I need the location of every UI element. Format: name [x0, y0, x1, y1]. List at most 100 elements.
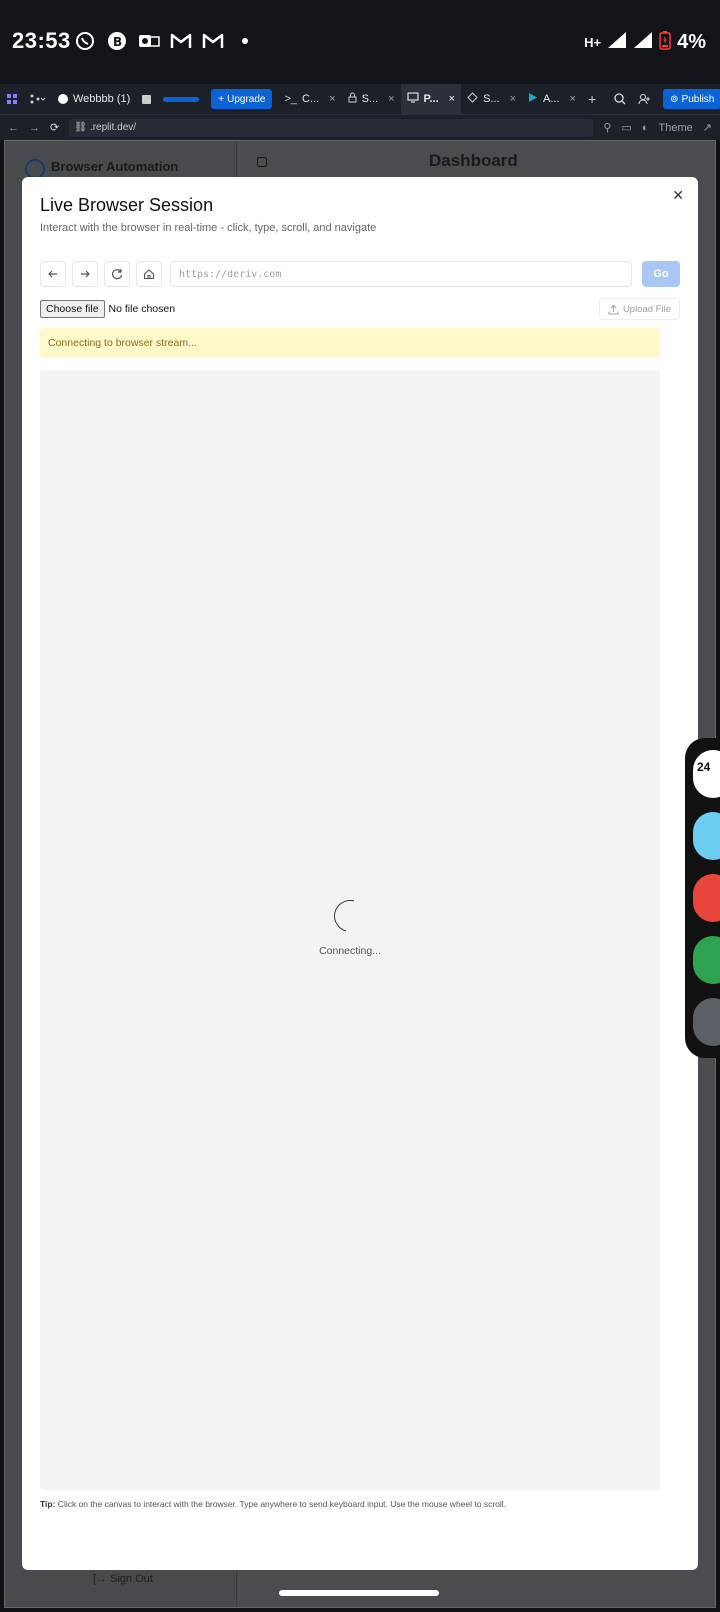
clock: 23:53: [12, 28, 71, 53]
theme-icon[interactable]: ◐: [642, 122, 649, 134]
arrow-right-icon: [81, 270, 90, 278]
sidebar-toggle-icon[interactable]: [257, 157, 267, 167]
notification-icons: B: [74, 30, 256, 52]
close-tab-icon[interactable]: ×: [449, 93, 455, 105]
close-icon[interactable]: ✕: [672, 187, 684, 204]
reload-icon[interactable]: ⟳: [50, 121, 59, 134]
keyboard-app-icon[interactable]: [693, 812, 720, 860]
battery-icon: [659, 30, 671, 55]
back-icon[interactable]: ←: [8, 122, 19, 134]
loading-spinner-icon: [328, 894, 372, 938]
globe-icon: [25, 159, 45, 179]
tab-label: C...: [302, 93, 320, 105]
close-tab-icon[interactable]: ×: [510, 93, 516, 105]
file-status: No file chosen: [108, 303, 176, 315]
tip-body: Click on the canvas to interact with the…: [55, 1499, 507, 1509]
upload-file-button[interactable]: Upload File: [598, 298, 680, 320]
calendar-day: 24: [697, 760, 711, 774]
arrow-left-icon: [48, 270, 57, 278]
home-indicator[interactable]: [279, 1590, 439, 1596]
browser-nav-row: Go: [40, 260, 680, 288]
run-progress: [157, 84, 205, 114]
close-tab-icon[interactable]: ×: [570, 93, 576, 105]
browser-canvas[interactable]: Connecting...: [40, 370, 660, 1490]
tip-label: Tip:: [40, 1499, 56, 1509]
url-field[interactable]: ⛓ .replit.dev/: [69, 118, 594, 137]
url-text: .replit.dev/: [89, 122, 137, 133]
tip-text: Tip: Click on the canvas to interact wit…: [40, 1499, 506, 1509]
signal-icon: [633, 31, 653, 54]
tab-label: A...: [543, 93, 560, 105]
theme-button[interactable]: Theme: [659, 122, 693, 134]
home-icon: [143, 269, 155, 280]
settings-app-icon[interactable]: [693, 998, 720, 1046]
forward-button[interactable]: [72, 261, 98, 287]
upload-label: Upload File: [622, 303, 671, 315]
tab-agent[interactable]: A... ×: [522, 84, 582, 114]
publish-icon: ⊚: [670, 93, 679, 105]
tab-s2[interactable]: S... ×: [461, 84, 522, 114]
live-browser-modal: ✕ Live Browser Session Interact with the…: [22, 177, 698, 1570]
upload-icon: [608, 304, 619, 314]
tab-secrets[interactable]: S... ×: [342, 84, 401, 114]
back-button[interactable]: [40, 261, 66, 287]
close-tab-icon[interactable]: ×: [388, 93, 394, 105]
upgrade-button[interactable]: + Upgrade: [211, 89, 273, 109]
app-title: Browser Automation: [51, 159, 179, 174]
battery-level: 4%: [677, 31, 706, 53]
close-tab-icon[interactable]: ×: [329, 93, 335, 105]
url-input[interactable]: [170, 261, 632, 287]
webview-url-bar: ← → ⟳ ⛓ .replit.dev/ ⚲ ▭ ◐ Theme ↗: [0, 114, 720, 140]
agent-icon: [528, 92, 538, 106]
status-bar: 23:53 B H+ 4%: [0, 0, 720, 84]
replit-logo-icon[interactable]: [0, 84, 24, 114]
refresh-button[interactable]: [104, 261, 130, 287]
tab-preview[interactable]: P... ×: [400, 84, 462, 114]
edge-panel: 24: [685, 738, 720, 1058]
devtools-icon[interactable]: ⚲: [603, 121, 611, 134]
new-tab-icon[interactable]: +: [582, 84, 602, 114]
connecting-text: Connecting...: [319, 945, 381, 957]
home-button[interactable]: [136, 261, 162, 287]
publish-label: Publish: [681, 93, 715, 105]
calendar-app-icon[interactable]: 24: [693, 750, 720, 798]
sign-out-button[interactable]: [→ Sign Out: [93, 1573, 153, 1585]
search-icon[interactable]: [608, 84, 632, 114]
connection-alert: Connecting to browser stream...: [40, 328, 660, 358]
open-external-icon[interactable]: ↗: [703, 121, 712, 134]
publish-button[interactable]: ⊚ Publish: [663, 89, 720, 109]
upgrade-label: Upgrade: [227, 93, 266, 105]
tab-label: S...: [361, 93, 379, 105]
tab-console[interactable]: >_ C... ×: [278, 84, 341, 114]
file-upload-row: Choose file No file chosen Upload File: [40, 298, 680, 320]
tab-label: P...: [423, 93, 439, 105]
svg-text:B: B: [113, 35, 122, 49]
swiftkey-app-icon[interactable]: [693, 874, 720, 922]
plus-icon: +: [218, 93, 225, 105]
devices-icon[interactable]: ▭: [621, 121, 631, 134]
invite-icon[interactable]: [632, 84, 657, 114]
modal-subtitle: Interact with the browser in real-time -…: [40, 222, 377, 234]
gmail-icon: [202, 30, 224, 52]
go-button[interactable]: Go: [642, 261, 680, 287]
replit-toolbar: Webbbb (1) + Upgrade >_ C... × S... × P.…: [0, 84, 720, 114]
forward-icon[interactable]: →: [29, 122, 40, 134]
b-icon: B: [106, 30, 128, 52]
monitor-icon: [407, 92, 419, 106]
whatsapp-icon: [74, 30, 96, 52]
sign-out-icon: [→: [93, 1573, 108, 1585]
database-icon: [467, 92, 478, 106]
gmail-icon: [170, 30, 192, 52]
network-type-icon: H+: [584, 35, 602, 50]
link-icon: ⛓: [74, 122, 87, 133]
choose-file-button[interactable]: Choose file: [40, 300, 105, 318]
refresh-icon: [111, 269, 123, 280]
system-indicators: H+ 4%: [584, 30, 706, 55]
tab-webbbb[interactable]: Webbbb (1): [52, 84, 136, 114]
stop-icon[interactable]: [136, 84, 157, 114]
lock-icon: [348, 92, 357, 106]
chat-app-icon[interactable]: [693, 936, 720, 984]
dot-icon: [234, 30, 256, 52]
branch-icon[interactable]: [24, 84, 52, 114]
outlook-icon: [138, 30, 160, 52]
